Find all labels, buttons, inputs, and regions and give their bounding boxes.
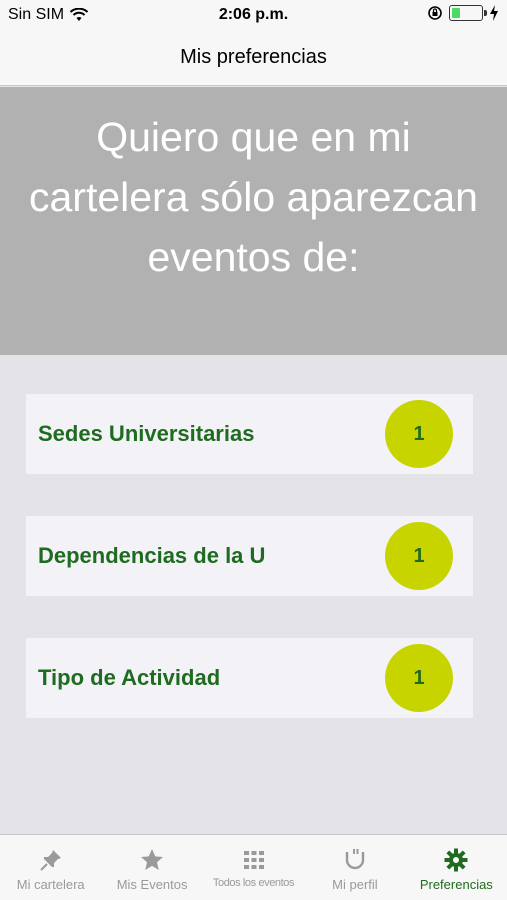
tab-label: Mi perfil — [332, 877, 378, 892]
filter-dependencias[interactable]: Dependencias de la U 1 — [26, 516, 473, 596]
hero-text: Quiero que en mi cartelera sólo aparezca… — [29, 114, 478, 280]
navigation-bar: Mis preferencias — [0, 30, 507, 86]
charging-icon — [490, 5, 498, 21]
count-badge: 1 — [385, 400, 453, 468]
filter-label: Tipo de Actividad — [38, 665, 221, 690]
battery-icon — [449, 5, 487, 21]
gear-icon — [444, 848, 468, 872]
filter-sedes-universitarias[interactable]: Sedes Universitarias 1 — [26, 394, 473, 474]
filter-tipo-actividad[interactable]: Tipo de Actividad 1 — [26, 638, 473, 718]
star-icon — [141, 849, 164, 870]
filter-label: Dependencias de la U — [38, 543, 266, 568]
status-bar: Sin SIM 2:06 p.m. — [0, 0, 507, 30]
tab-label: Mis Eventos — [116, 877, 188, 892]
tab-todos-los-eventos[interactable]: Todos los eventos — [203, 835, 304, 900]
tab-mis-eventos[interactable]: Mis Eventos — [101, 835, 202, 900]
profile-icon — [345, 849, 365, 870]
tab-mi-cartelera[interactable]: Mi cartelera — [0, 835, 101, 900]
battery-fill — [452, 8, 461, 18]
pin-icon — [39, 850, 61, 871]
count-badge: 1 — [385, 644, 453, 712]
filter-label: Sedes Universitarias — [38, 421, 255, 446]
tab-label: Preferencias — [419, 877, 493, 892]
tab-label: Mi cartelera — [16, 877, 85, 892]
orientation-lock-icon — [428, 6, 442, 20]
tab-preferencias[interactable]: Preferencias — [406, 835, 507, 900]
tab-mi-perfil[interactable]: Mi perfil — [304, 835, 405, 900]
page-title: Mis preferencias — [180, 46, 327, 68]
status-right-group — [427, 5, 499, 21]
hero-banner: Quiero que en mi cartelera sólo aparezca… — [0, 87, 507, 355]
grid-icon — [243, 851, 264, 869]
count-badge: 1 — [385, 522, 453, 590]
tab-bar: Mi cartelera Mis Eventos Todos los event… — [0, 834, 507, 900]
tab-label: Todos los eventos — [212, 877, 295, 889]
